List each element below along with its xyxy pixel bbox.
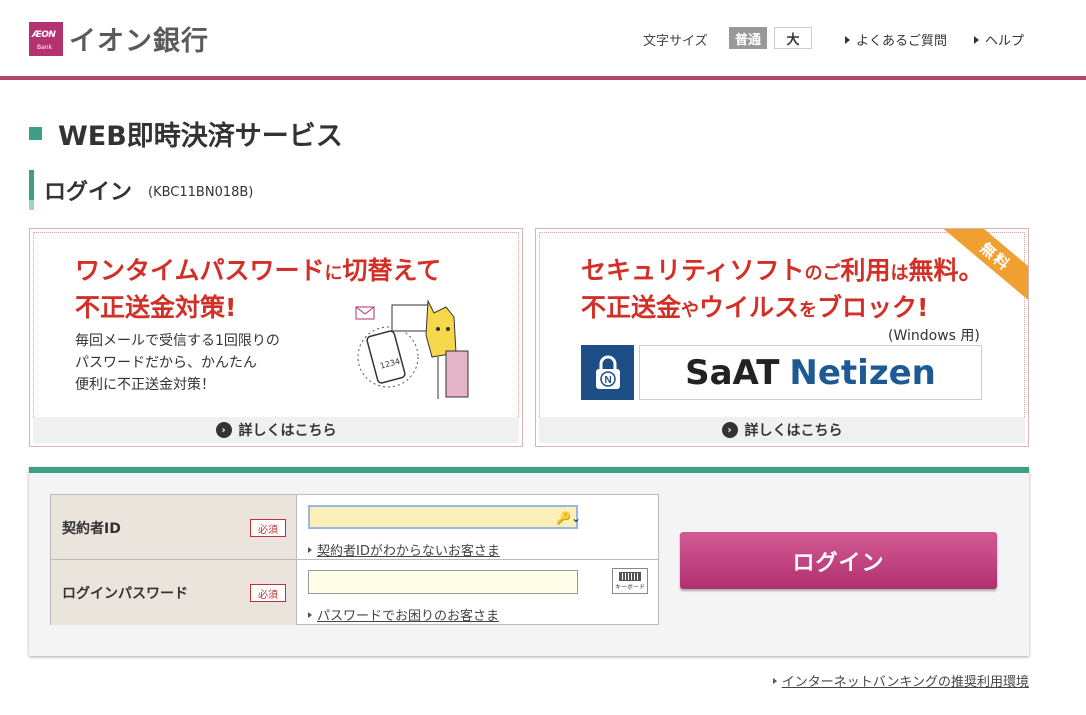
otp-details-link-label: 詳しくはこちら xyxy=(238,423,337,439)
required-badge: 必須 xyxy=(250,584,286,602)
otp-body-line: 便利に不正送金対策！ xyxy=(75,377,215,393)
password-row: ログインパスワード 必須 キーボード パスワードでお困りのお客さま xyxy=(51,560,658,625)
security-headline-part: 不正送金 xyxy=(581,293,682,322)
recommended-environment-link-label: インターネットバンキングの推奨利用環境 xyxy=(781,675,1029,690)
screen-code: (KBC11BN018B) xyxy=(148,184,254,200)
contract-id-input[interactable] xyxy=(308,505,578,529)
login-section-title-text: ログイン xyxy=(44,180,133,205)
circle-arrow-icon: › xyxy=(215,422,232,438)
arrow-right-icon xyxy=(845,35,850,44)
required-badge: 必須 xyxy=(250,519,286,537)
contract-id-row: 契約者ID 必須 🔑⌄ 契約者IDがわからないお客さま xyxy=(51,495,658,560)
password-input[interactable] xyxy=(308,570,578,594)
faq-link-label: よくあるご質問 xyxy=(856,34,948,49)
page-title-text: WEB即時決済サービス xyxy=(58,121,343,152)
section-bar xyxy=(29,170,34,210)
logo-aeon-text: ÆON xyxy=(32,29,56,40)
font-size-normal-button[interactable]: 普通 xyxy=(729,27,767,49)
otp-body: 毎回メールで受信する1回限りの パスワードだから、かんたん 便利に不正送金対策！ xyxy=(75,330,335,396)
keyboard-icon xyxy=(619,571,641,581)
windows-note: (Windows 用) xyxy=(888,328,980,344)
otp-body-line: パスワードだから、かんたん xyxy=(75,355,257,371)
security-soft-banner[interactable]: 無料 セキュリティソフトのご利用は無料。 不正送金やウイルスをブロック! (Wi… xyxy=(535,228,1029,447)
forgot-password-link-label: パスワードでお困りのお客さま xyxy=(317,609,500,624)
otp-headline-part1: ワンタイムパスワード xyxy=(75,256,325,285)
saat-netizen-logo: SaAT Netizen xyxy=(639,345,982,400)
site-header: ÆON Bank イオン銀行 文字サイズ 普通 大 よくあるご質問 ヘルプ xyxy=(0,0,1086,80)
logo-text: イオン銀行 xyxy=(69,26,209,57)
contract-id-label-cell: 契約者ID 必須 xyxy=(51,495,297,559)
arrow-right-icon xyxy=(974,35,979,44)
font-size-label: 文字サイズ xyxy=(643,34,708,49)
security-details-link[interactable]: › 詳しくはこちら xyxy=(539,417,1025,443)
contract-id-label: 契約者ID xyxy=(62,521,121,537)
otp-banner[interactable]: ワンタイムパスワードに切替えて 不正送金対策! 毎回メールで受信する1回限りの … xyxy=(29,228,523,447)
product-name-part: Netizen xyxy=(789,352,936,393)
login-form-panel: 契約者ID 必須 🔑⌄ 契約者IDがわからないお客さま ログインパスワード 必須… xyxy=(29,467,1029,656)
arrow-right-icon xyxy=(308,611,312,618)
login-button[interactable]: ログイン xyxy=(680,532,997,589)
security-details-link-label: 詳しくはこちら xyxy=(744,423,843,439)
recommended-environment-link[interactable]: インターネットバンキングの推奨利用環境 xyxy=(772,671,1029,690)
forgot-id-link[interactable]: 契約者IDがわからないお客さま xyxy=(308,540,500,559)
arrow-right-icon xyxy=(772,677,777,684)
security-headline-part: のご xyxy=(804,263,841,284)
security-headline: セキュリティソフトのご利用は無料。 不正送金やウイルスをブロック! xyxy=(581,254,984,328)
arrow-right-icon xyxy=(308,546,312,553)
keyboard-label: キーボード xyxy=(614,583,645,591)
security-headline-part: 利用 xyxy=(840,256,891,285)
security-headline-part: は xyxy=(890,263,909,284)
otp-details-link[interactable]: › 詳しくはこちら xyxy=(33,417,519,443)
product-name-part: SaAT xyxy=(685,352,780,393)
page-title: WEB即時決済サービス xyxy=(29,114,343,153)
font-size-large-button[interactable]: 大 xyxy=(774,27,812,49)
logo-bank-text: Bank xyxy=(37,43,53,51)
logo-mark: ÆON Bank xyxy=(29,21,63,56)
forgot-id-link-label: 契約者IDがわからないお客さま xyxy=(317,544,500,559)
otp-body-line: 毎回メールで受信する1回限りの xyxy=(75,333,280,349)
title-square-icon xyxy=(29,127,42,140)
login-form-table: 契約者ID 必須 🔑⌄ 契約者IDがわからないお客さま ログインパスワード 必須… xyxy=(50,494,659,625)
security-headline-part: ブロック! xyxy=(817,293,929,322)
password-label-cell: ログインパスワード 必須 xyxy=(51,560,297,625)
svg-text:N: N xyxy=(604,375,611,386)
software-keyboard-button[interactable]: キーボード xyxy=(612,568,648,594)
circle-arrow-icon: › xyxy=(721,422,738,438)
otp-headline-part2: に xyxy=(324,263,343,284)
help-link[interactable]: ヘルプ xyxy=(974,30,1024,49)
forgot-password-link[interactable]: パスワードでお困りのお客さま xyxy=(308,605,499,624)
security-headline-part: セキュリティソフト xyxy=(581,256,805,285)
security-headline-part: ウイルス xyxy=(699,293,800,322)
security-headline-part: 無料。 xyxy=(908,256,984,285)
security-headline-part: や xyxy=(681,300,700,321)
otp-headline-part3: 切替えて xyxy=(342,256,442,285)
help-link-label: ヘルプ xyxy=(985,34,1025,49)
security-headline-part: を xyxy=(799,300,818,321)
cat-phone-illustration: 1234 xyxy=(355,299,469,399)
password-label: ログインパスワード xyxy=(62,586,188,602)
key-icon[interactable]: 🔑⌄ xyxy=(556,511,581,525)
shield-lock-icon: N xyxy=(581,345,634,400)
login-section-title: ログイン (KBC11BN018B) xyxy=(29,170,253,210)
faq-link[interactable]: よくあるご質問 xyxy=(845,30,947,49)
aeon-bank-logo[interactable]: ÆON Bank イオン銀行 xyxy=(29,19,209,58)
